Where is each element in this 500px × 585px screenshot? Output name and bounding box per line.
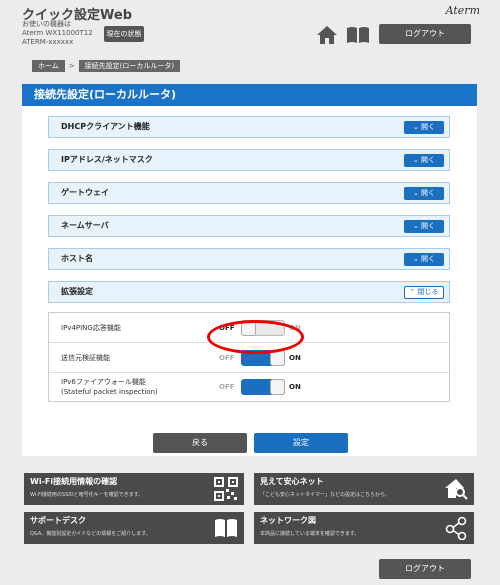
logout-button-top[interactable]: ログアウト — [379, 24, 471, 44]
breadcrumb-current: 接続先設定(ローカルルータ) — [78, 60, 181, 72]
manual-book-icon[interactable] — [346, 26, 370, 44]
panel-title: 接続先設定(ローカルルータ) — [22, 84, 477, 106]
open-button-label: 開く — [421, 189, 436, 197]
section-label: ゲートウェイ — [61, 188, 109, 197]
section-label: ホスト名 — [61, 254, 93, 263]
home-search-icon — [445, 479, 468, 500]
section-label: 拡張設定 — [61, 287, 93, 296]
open-button-label: 開く — [421, 123, 436, 131]
chevron-down-icon: ⌄ — [412, 189, 422, 197]
qr-code-icon — [214, 477, 238, 501]
row-label: IPv4PING応答機能 — [61, 324, 121, 332]
tile-desc: 本商品に接続している端末を確認できます。 — [260, 531, 360, 537]
open-button[interactable]: ⌄ 開く — [404, 220, 444, 233]
toggle-knob[interactable] — [270, 379, 285, 395]
home-icon[interactable] — [316, 25, 338, 45]
off-label: OFF — [219, 383, 235, 391]
chevron-down-icon: ⌄ — [412, 255, 422, 263]
device-info: お使いの機器は Aterm WX11000T12 ATERM-xxxxxx — [22, 20, 93, 47]
tile-title: ネットワーク図 — [260, 516, 316, 525]
chevron-down-icon: ⌄ — [412, 156, 422, 164]
tile-network-map[interactable]: ネットワーク図 本商品に接続している端末を確認できます。 — [254, 512, 474, 544]
share-icon — [445, 516, 467, 540]
row-label-line1: IPv6ファイアウォール機能 — [61, 378, 146, 386]
book-icon — [215, 519, 237, 537]
row-label-line2: (Stateful packet inspection) — [61, 388, 158, 396]
section-label: DHCPクライアント機能 — [61, 122, 150, 131]
tile-title: サポートデスク — [30, 516, 86, 525]
toggle-switch[interactable] — [241, 379, 285, 395]
device-name: ATERM-xxxxxx — [22, 38, 74, 46]
tile-desc: 「こども安心ネットタイマー」などの設定はこちらから。 — [260, 492, 391, 498]
row-label: IPv6ファイアウォール機能 (Stateful packet inspecti… — [61, 377, 158, 397]
section-dhcp-client[interactable]: DHCPクライアント機能 ⌄ 開く — [48, 116, 450, 138]
row-label: 送信元検証機能 — [61, 354, 110, 362]
close-button-label: 閉じる — [417, 288, 439, 296]
section-name-server[interactable]: ネームサーバ ⌄ 開く — [48, 215, 450, 237]
section-advanced[interactable]: 拡張設定 ⌃ 閉じる — [48, 281, 450, 303]
tile-title: Wi-Fi接続用情報の確認 — [30, 477, 118, 486]
close-button[interactable]: ⌃ 閉じる — [404, 286, 444, 299]
section-host-name[interactable]: ホスト名 ⌄ 開く — [48, 248, 450, 270]
row-ipv6-firewall: IPv6ファイアウォール機能 (Stateful packet inspecti… — [49, 373, 449, 402]
brand-logo: Aterm — [445, 4, 480, 17]
tile-support-desk[interactable]: サポートデスク Q&A、機能別設定ガイドなどの情報をご紹介します。 — [24, 512, 244, 544]
chevron-down-icon: ⌄ — [412, 123, 422, 131]
tile-title: 見えて安心ネット — [260, 477, 324, 486]
on-label: ON — [289, 383, 301, 391]
device-model: Aterm WX11000T12 — [22, 29, 93, 37]
open-button-label: 開く — [421, 255, 436, 263]
breadcrumb: ホーム > 接続先設定(ローカルルータ) — [32, 60, 181, 72]
tile-mieru-anshin[interactable]: 見えて安心ネット 「こども安心ネットタイマー」などの設定はこちらから。 — [254, 473, 474, 505]
logout-button-bottom[interactable]: ログアウト — [379, 559, 471, 579]
section-label: IPアドレス/ネットマスク — [61, 155, 153, 164]
back-button[interactable]: 戻る — [153, 433, 247, 453]
open-button-label: 開く — [421, 156, 436, 164]
settings-panel: 接続先設定(ローカルルータ) DHCPクライアント機能 ⌄ 開く IPアドレス/… — [22, 84, 477, 456]
breadcrumb-separator: > — [68, 62, 75, 70]
tile-desc: Q&A、機能別設定ガイドなどの情報をご紹介します。 — [30, 531, 151, 537]
open-button[interactable]: ⌄ 開く — [404, 154, 444, 167]
device-info-line: お使いの機器は — [22, 20, 71, 28]
tile-desc: Wi-Fi接続用のSSIDと暗号化キーを確認できます。 — [30, 492, 144, 498]
current-status-button[interactable]: 現在の状態 — [104, 26, 144, 42]
header: クイック設定Web お使いの機器は Aterm WX11000T12 ATERM… — [0, 0, 500, 52]
on-label: ON — [289, 354, 301, 362]
highlight-circle — [207, 320, 304, 354]
breadcrumb-home[interactable]: ホーム — [32, 60, 65, 72]
chevron-down-icon: ⌄ — [412, 222, 422, 230]
open-button[interactable]: ⌄ 開く — [404, 253, 444, 266]
open-button[interactable]: ⌄ 開く — [404, 121, 444, 134]
open-button-label: 開く — [421, 222, 436, 230]
set-button[interactable]: 設定 — [254, 433, 348, 453]
open-button[interactable]: ⌄ 開く — [404, 187, 444, 200]
section-gateway[interactable]: ゲートウェイ ⌄ 開く — [48, 182, 450, 204]
tile-wifi-info[interactable]: Wi-Fi接続用情報の確認 Wi-Fi接続用のSSIDと暗号化キーを確認できます… — [24, 473, 244, 505]
section-ip-netmask[interactable]: IPアドレス/ネットマスク ⌄ 開く — [48, 149, 450, 171]
chevron-up-icon: ⌃ — [409, 288, 418, 296]
section-label: ネームサーバ — [61, 221, 109, 230]
ipv6-firewall-toggle[interactable]: OFF ON — [219, 378, 309, 396]
